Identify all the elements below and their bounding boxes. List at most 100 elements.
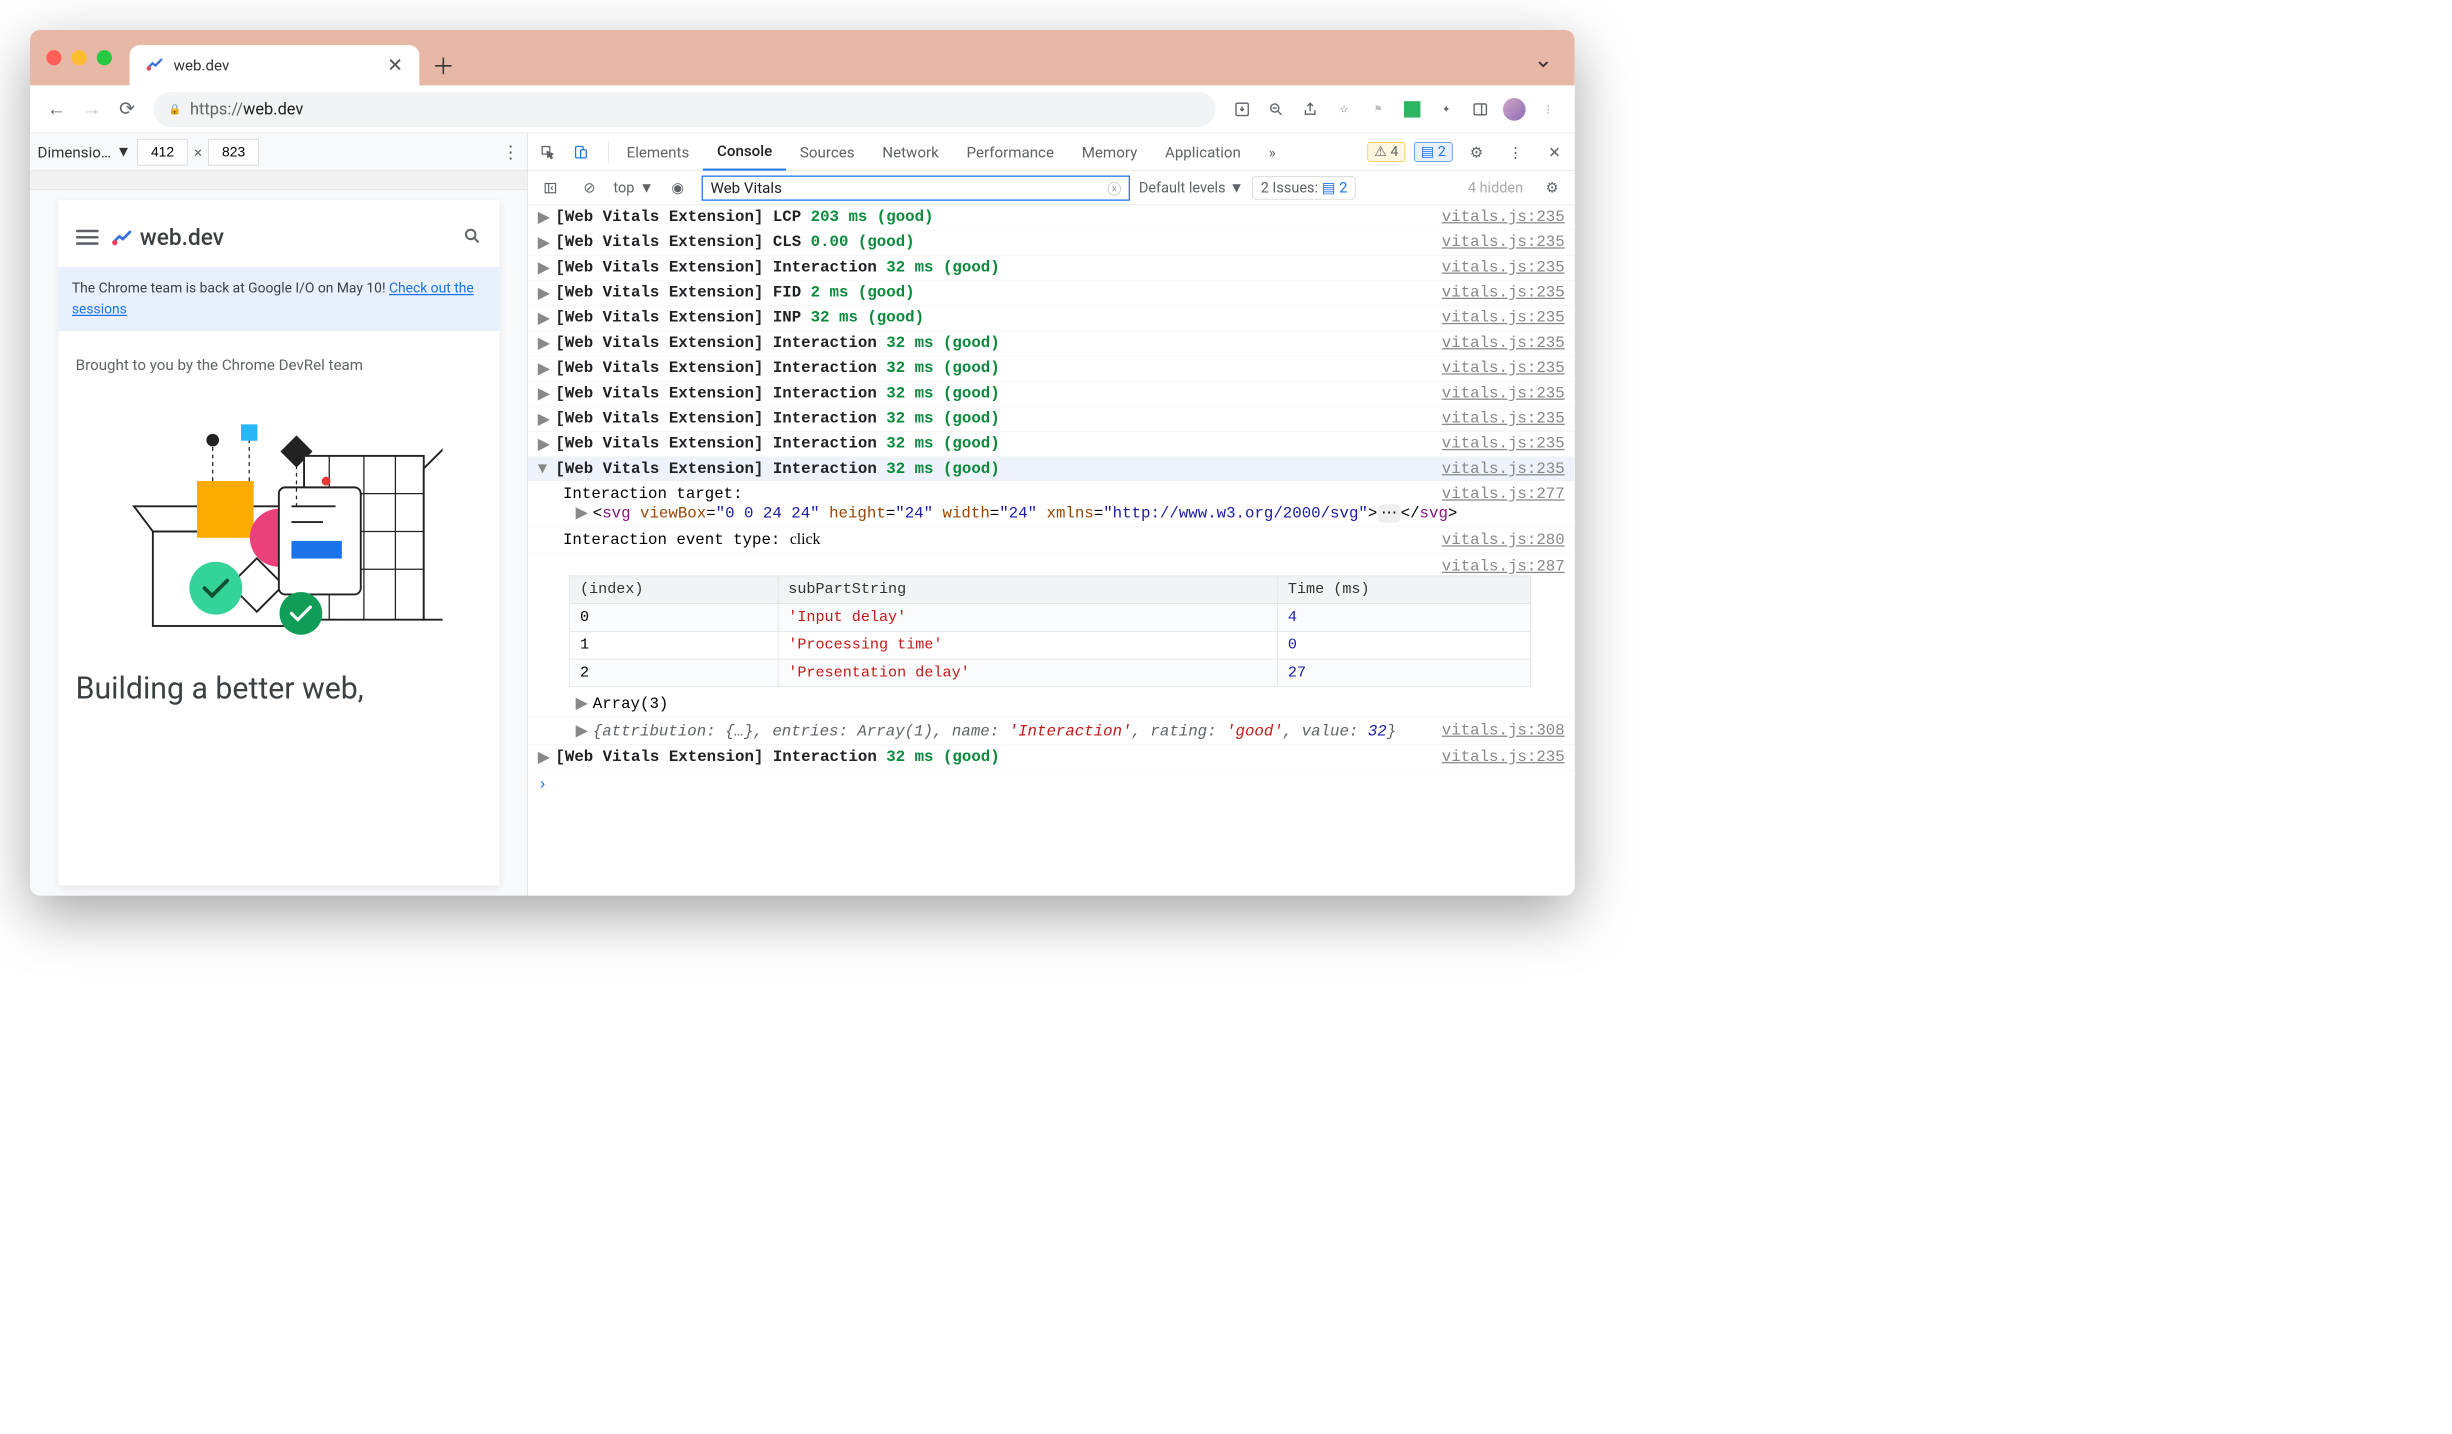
tab-memory[interactable]: Memory [1068, 133, 1151, 170]
console-log-row[interactable]: ▶ [Web Vitals Extension] FID 2 ms (good)… [528, 281, 1575, 306]
disclosure-triangle-icon[interactable]: ▶ [538, 434, 551, 454]
tab-network[interactable]: Network [868, 133, 952, 170]
address-bar[interactable]: 🔒 https://web.dev [153, 91, 1215, 126]
hamburger-menu-icon[interactable] [76, 230, 99, 245]
log-source-link[interactable]: vitals.js:277 [1442, 485, 1565, 503]
log-source-link[interactable]: vitals.js:235 [1442, 748, 1565, 766]
forward-button[interactable]: → [77, 94, 107, 124]
profile-avatar[interactable] [1499, 94, 1529, 124]
sidepanel-icon[interactable] [1465, 94, 1495, 124]
tab-performance[interactable]: Performance [953, 133, 1068, 170]
console-log-row[interactable]: ▶ [Web Vitals Extension] Interaction 32 … [528, 745, 1575, 770]
messages-badge[interactable]: ▤ 2 [1414, 142, 1453, 162]
log-source-link[interactable]: vitals.js:308 [1442, 721, 1565, 739]
install-app-icon[interactable] [1227, 94, 1257, 124]
log-source-link[interactable]: vitals.js:280 [1442, 531, 1565, 549]
log-source-link[interactable]: vitals.js:235 [1442, 409, 1565, 427]
device-toolbar: Dimensio… ▼ × ⋮ [30, 133, 527, 171]
disclosure-triangle-icon[interactable]: ▶ [538, 283, 551, 303]
extension-green-icon[interactable] [1397, 94, 1427, 124]
disclosure-triangle-icon[interactable]: ▶ [538, 384, 551, 404]
maximize-window-button[interactable] [97, 50, 112, 65]
log-levels-dropdown[interactable]: Default levels ▼ [1139, 179, 1244, 196]
reload-button[interactable]: ⟳ [112, 94, 142, 124]
page-search-icon[interactable] [462, 227, 481, 248]
live-expression-icon[interactable]: ◉ [663, 173, 693, 203]
disclosure-triangle-icon[interactable]: ▶ [538, 359, 551, 379]
flag-icon[interactable]: ⚑ [1363, 94, 1393, 124]
log-source-link[interactable]: vitals.js:235 [1442, 334, 1565, 352]
tab-sources[interactable]: Sources [786, 133, 868, 170]
disclosure-triangle-icon[interactable]: ▶ [538, 748, 551, 768]
console-log-row[interactable]: ▶ [Web Vitals Extension] Interaction 32 … [528, 331, 1575, 356]
clear-filter-icon[interactable]: ⓧ [1107, 178, 1121, 198]
issues-button[interactable]: 2 Issues: ▤ 2 [1253, 176, 1356, 199]
array-summary[interactable]: ▶Array(3) [563, 693, 1565, 713]
dimensions-dropdown[interactable]: Dimensio… ▼ [38, 143, 131, 161]
log-source-link[interactable]: vitals.js:235 [1442, 233, 1565, 251]
minimize-window-button[interactable] [72, 50, 87, 65]
devtools-menu-icon[interactable]: ⋮ [1500, 137, 1530, 167]
attribution-object-block: vitals.js:308 ▶{attribution: {…}, entrie… [528, 717, 1575, 745]
disclosure-triangle-icon[interactable]: ▶ [538, 334, 551, 354]
disclosure-triangle-icon[interactable]: ▼ [538, 460, 551, 478]
console-log-row[interactable]: ▶ [Web Vitals Extension] LCP 203 ms (goo… [528, 205, 1575, 230]
console-log-row[interactable]: ▶ [Web Vitals Extension] CLS 0.00 (good)… [528, 230, 1575, 255]
share-icon[interactable] [1295, 94, 1325, 124]
log-source-link[interactable]: vitals.js:235 [1442, 283, 1565, 301]
new-tab-button[interactable]: ＋ [432, 49, 455, 82]
console-sidebar-toggle-icon[interactable] [535, 173, 565, 203]
disclosure-triangle-icon[interactable]: ▶ [538, 233, 551, 253]
console-filter-input[interactable]: Web Vitals ⓧ [702, 175, 1130, 200]
hidden-messages-count[interactable]: 4 hidden [1468, 179, 1523, 196]
console-prompt[interactable]: › [528, 770, 1575, 798]
browser-tab[interactable]: web.dev ✕ [130, 45, 420, 85]
log-source-link[interactable]: vitals.js:235 [1442, 208, 1565, 226]
disclosure-triangle-icon[interactable]: ▶ [538, 409, 551, 429]
devtools-settings-icon[interactable]: ⚙ [1461, 137, 1491, 167]
log-source-link[interactable]: vitals.js:235 [1442, 384, 1565, 402]
context-selector[interactable]: top ▼ [613, 179, 653, 196]
warnings-badge[interactable]: ⚠ 4 [1367, 142, 1405, 162]
log-source-link[interactable]: vitals.js:235 [1442, 460, 1565, 478]
height-input[interactable] [208, 139, 258, 165]
devtools-close-icon[interactable]: ✕ [1539, 137, 1569, 167]
inspect-element-icon[interactable] [533, 137, 563, 167]
tab-elements[interactable]: Elements [613, 133, 703, 170]
log-source-link[interactable]: vitals.js:235 [1442, 434, 1565, 452]
console-log-row[interactable]: ▶ [Web Vitals Extension] Interaction 32 … [528, 382, 1575, 407]
back-button[interactable]: ← [41, 94, 71, 124]
svg-element-preview[interactable]: ▶<svg viewBox="0 0 24 24" height="24" wi… [563, 503, 1565, 523]
tab-overflow-icon[interactable] [1534, 55, 1552, 75]
browser-menu-icon[interactable]: ⋮ [1533, 94, 1563, 124]
tab-application[interactable]: Application [1151, 133, 1255, 170]
log-source-link[interactable]: vitals.js:287 [1442, 557, 1565, 575]
console-log-row[interactable]: ▶ [Web Vitals Extension] Interaction 32 … [528, 356, 1575, 381]
console-log-row[interactable]: ▼ [Web Vitals Extension] Interaction 32 … [528, 457, 1575, 481]
console-settings-icon[interactable]: ⚙ [1537, 173, 1567, 203]
site-logo[interactable]: web.dev [111, 224, 224, 250]
console-log-row[interactable]: ▶ [Web Vitals Extension] Interaction 32 … [528, 432, 1575, 457]
tab-close-icon[interactable]: ✕ [387, 54, 403, 76]
width-input[interactable] [137, 139, 187, 165]
disclosure-triangle-icon[interactable]: ▶ [538, 308, 551, 328]
device-toggle-icon[interactable] [566, 137, 596, 167]
console-log-row[interactable]: ▶ [Web Vitals Extension] Interaction 32 … [528, 407, 1575, 432]
log-message: [Web Vitals Extension] CLS 0.00 (good) [555, 233, 1429, 251]
disclosure-triangle-icon[interactable]: ▶ [538, 258, 551, 278]
console-log-row[interactable]: ▶ [Web Vitals Extension] Interaction 32 … [528, 256, 1575, 281]
close-window-button[interactable] [46, 50, 61, 65]
log-source-link[interactable]: vitals.js:235 [1442, 359, 1565, 377]
attribution-object[interactable]: ▶{attribution: {…}, entries: Array(1), n… [563, 721, 1565, 741]
clear-console-icon[interactable]: ⊘ [574, 173, 604, 203]
disclosure-triangle-icon[interactable]: ▶ [538, 208, 551, 228]
device-toolbar-menu-icon[interactable]: ⋮ [502, 142, 520, 163]
log-source-link[interactable]: vitals.js:235 [1442, 308, 1565, 326]
console-log-row[interactable]: ▶ [Web Vitals Extension] INP 32 ms (good… [528, 306, 1575, 331]
zoom-icon[interactable] [1261, 94, 1291, 124]
log-source-link[interactable]: vitals.js:235 [1442, 258, 1565, 276]
bookmark-star-icon[interactable]: ☆ [1329, 94, 1359, 124]
tabs-overflow-icon[interactable]: » [1255, 133, 1290, 170]
extensions-puzzle-icon[interactable]: ✦ [1431, 94, 1461, 124]
tab-console[interactable]: Console [703, 133, 786, 170]
